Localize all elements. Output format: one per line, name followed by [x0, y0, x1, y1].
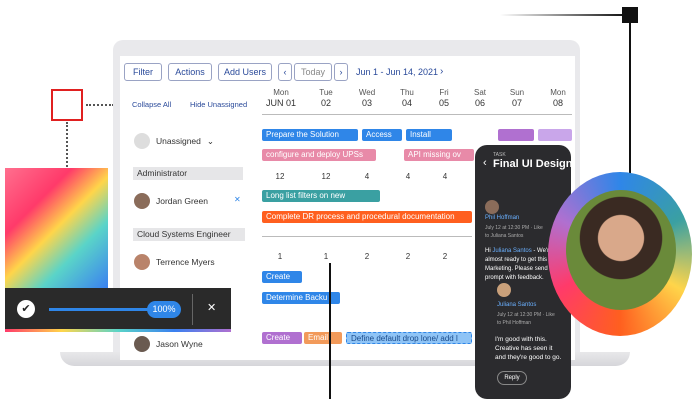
timeline-axis — [262, 114, 572, 115]
day-header-6: Sun 07 — [509, 88, 525, 108]
close-icon[interactable]: ✕ — [207, 301, 216, 314]
day-header-5: Sat 06 — [473, 88, 486, 108]
count: 2 — [442, 252, 448, 261]
user-jordan-green[interactable]: Jordan Green — [134, 193, 208, 209]
actions-button[interactable]: Actions — [168, 63, 212, 81]
count: 12 — [321, 172, 331, 181]
divider — [192, 294, 193, 325]
count: 2 — [364, 252, 370, 261]
task-bar[interactable]: Define default drop lone/ add l — [346, 332, 472, 344]
progress-value: 100% — [147, 301, 181, 318]
comment-author: Phil Hoffman — [485, 215, 520, 221]
day-header-2: Wed 03 — [358, 88, 376, 108]
avatar — [134, 193, 150, 209]
abstract-image — [5, 168, 108, 288]
avatar — [497, 283, 511, 297]
collapse-all-link[interactable]: Collapse All — [132, 100, 171, 109]
color-strip — [5, 329, 231, 332]
task-bar[interactable]: Create — [262, 271, 302, 283]
today-button[interactable]: Today — [294, 63, 332, 81]
count: 2 — [405, 252, 411, 261]
unassigned-row[interactable]: Unassigned ⌄ — [134, 133, 214, 149]
reply-text: I'm good with this. Creative has seen it… — [495, 336, 562, 361]
day-header-1: Tue 02 — [319, 88, 333, 108]
deco-vline-bottom — [329, 263, 331, 399]
back-icon[interactable]: ‹ — [483, 157, 487, 169]
prev-week-button[interactable]: ‹ — [278, 63, 292, 81]
task-bar[interactable]: configure and deploy UPSs — [262, 149, 376, 161]
deco-line-top — [500, 14, 625, 16]
user-jason-wyne[interactable]: Jason Wyne — [134, 336, 203, 352]
task-bar[interactable]: Access — [362, 129, 402, 141]
count: 4 — [405, 172, 411, 181]
count: 1 — [323, 252, 329, 261]
reply-button[interactable]: Reply — [497, 371, 527, 385]
next-week-button[interactable]: › — [334, 63, 348, 81]
task-bar[interactable] — [498, 129, 534, 141]
count: 12 — [275, 172, 285, 181]
deco-dots-h — [86, 104, 114, 106]
day-header-4: Fri 05 — [438, 88, 449, 108]
task-bar[interactable]: Prepare the Solution — [262, 129, 358, 141]
comment-to: to Juliana Santos — [485, 233, 524, 239]
range-next-icon[interactable]: › — [440, 66, 443, 77]
check-icon: ✔ — [17, 300, 35, 318]
progress-track — [49, 308, 149, 311]
deco-red-box — [51, 89, 83, 121]
chevron-down-icon: ⌄ — [206, 135, 215, 146]
task-bar[interactable]: Complete DR process and procedural docum… — [262, 211, 472, 223]
deco-square — [622, 7, 638, 23]
portrait-photo — [566, 190, 676, 310]
day-header-0: Mon JUN 01 — [265, 88, 296, 108]
progress-overlay: ✔ 100% ✕ — [5, 288, 231, 332]
count: 1 — [277, 252, 283, 261]
task-bar[interactable]: Email — [304, 332, 342, 344]
count: 4 — [442, 172, 448, 181]
task-bar[interactable]: Install — [406, 129, 452, 141]
reply-to: to Phil Hoffman — [497, 320, 532, 326]
date-range: Jun 1 - Jun 14, 2021 — [356, 67, 439, 77]
filter-button[interactable]: Filter — [124, 63, 162, 81]
avatar — [485, 200, 499, 214]
user-terrence-myers[interactable]: Terrence Myers — [134, 254, 215, 270]
task-bar[interactable]: Long list filters on new — [262, 190, 380, 202]
task-bar[interactable] — [538, 129, 572, 141]
task-bar[interactable]: API missing ov — [404, 149, 474, 161]
reply-meta: July 12 at 12:30 PM · Like — [497, 312, 555, 318]
comment-meta: July 12 at 12:30 PM · Like — [485, 225, 543, 231]
day-header-7: Mon 08 — [550, 88, 566, 108]
task-title: Final UI Design — [493, 158, 571, 170]
avatar — [134, 336, 150, 352]
reply-author: Juliana Santos — [497, 302, 537, 308]
group-cloud-engineer[interactable]: Cloud Systems Engineer — [133, 228, 245, 241]
deco-dots-v — [66, 122, 68, 167]
hero-illustration: Filter Actions Add Users ‹ Today › Jun 1… — [0, 0, 694, 399]
add-users-button[interactable]: Add Users — [218, 63, 272, 81]
avatar — [134, 254, 150, 270]
group-administrator[interactable]: Administrator — [133, 167, 243, 180]
hide-unassigned-link[interactable]: Hide Unassigned — [190, 100, 247, 109]
task-bar[interactable]: Create — [262, 332, 302, 344]
close-icon[interactable]: ✕ — [234, 195, 241, 204]
timeline-axis — [262, 236, 472, 237]
count: 4 — [364, 172, 370, 181]
avatar — [134, 133, 150, 149]
day-header-3: Thu 04 — [400, 88, 414, 108]
